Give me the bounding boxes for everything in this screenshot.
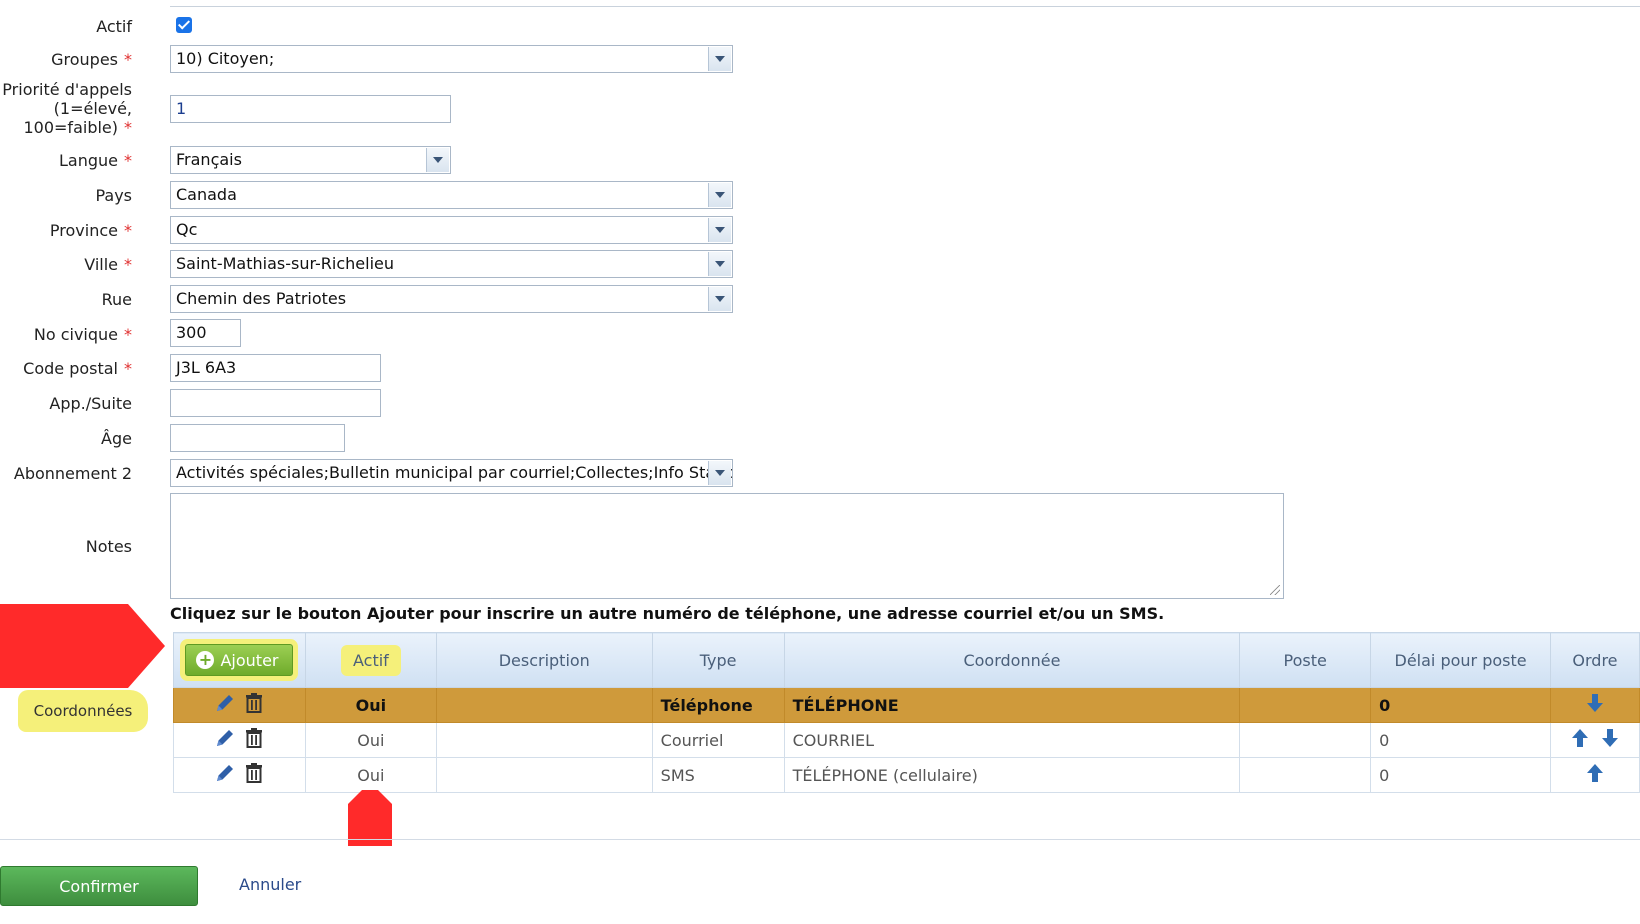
- col-type[interactable]: Type: [651, 632, 785, 688]
- col-actif[interactable]: Actif: [304, 632, 437, 688]
- groupes-label: Groupes *: [51, 50, 132, 69]
- cell-description: [435, 722, 653, 758]
- trash-icon[interactable]: [244, 727, 264, 753]
- rue-label: Rue: [101, 290, 132, 309]
- groupes-select[interactable]: 10) Citoyen;: [170, 45, 733, 73]
- code-postal-input[interactable]: J3L 6A3: [170, 354, 381, 382]
- col-ordre[interactable]: Ordre: [1549, 632, 1640, 688]
- row-actions: [173, 722, 306, 758]
- edit-icon[interactable]: [214, 727, 236, 753]
- table-row[interactable]: Oui Courriel COURRIEL 0: [173, 722, 1640, 758]
- cell-delai: 0: [1370, 722, 1551, 758]
- cell-description: [435, 757, 653, 793]
- table-row[interactable]: Oui SMS TÉLÉPHONE (cellulaire) 0: [173, 757, 1640, 793]
- trash-icon[interactable]: [244, 692, 264, 718]
- confirm-button[interactable]: Confirmer: [0, 866, 198, 906]
- row-actions: [173, 687, 306, 723]
- no-civique-label: No civique *: [33, 325, 132, 344]
- cell-poste: [1239, 687, 1372, 723]
- ville-select[interactable]: Saint-Mathias-sur-Richelieu: [170, 250, 733, 278]
- chevron-down-icon[interactable]: [708, 252, 731, 276]
- priorite-label: Priorité d'appels (1=élevé, 100=faible) *: [2, 80, 132, 137]
- age-input[interactable]: [170, 424, 345, 452]
- table-row[interactable]: Oui Téléphone TÉLÉPHONE 0: [173, 687, 1640, 723]
- cell-actif: Oui: [304, 757, 437, 793]
- cancel-link[interactable]: Annuler: [239, 875, 301, 894]
- add-cell: + Ajouter: [173, 632, 306, 688]
- arrow-up-icon[interactable]: [1570, 727, 1590, 753]
- cell-type: Courriel: [651, 722, 785, 758]
- chevron-down-icon[interactable]: [708, 218, 731, 242]
- col-description[interactable]: Description: [435, 632, 653, 688]
- trash-icon[interactable]: [244, 762, 264, 788]
- cell-delai: 0: [1370, 757, 1551, 793]
- form-top-border: [170, 0, 1640, 7]
- add-button[interactable]: + Ajouter: [185, 644, 294, 676]
- cell-type: Téléphone: [651, 687, 785, 723]
- abonnement-label: Abonnement 2: [13, 464, 132, 483]
- rue-select[interactable]: Chemin des Patriotes: [170, 285, 733, 313]
- ville-label: Ville *: [84, 255, 132, 274]
- add-button-label: Ajouter: [220, 650, 279, 670]
- cell-actif: Oui: [304, 687, 437, 723]
- cell-coordonnee: TÉLÉPHONE (cellulaire): [783, 757, 1241, 793]
- coordonnees-instruction: Cliquez sur le bouton Ajouter pour inscr…: [170, 604, 1165, 623]
- chevron-down-icon[interactable]: [708, 287, 731, 311]
- arrow-down-icon[interactable]: [1585, 692, 1605, 718]
- cell-description: [435, 687, 653, 723]
- abonnement-select[interactable]: Activités spéciales;Bulletin municipal p…: [170, 459, 733, 487]
- chevron-down-icon[interactable]: [708, 183, 731, 207]
- col-actif-label: Actif: [340, 644, 401, 676]
- cell-poste: [1239, 757, 1372, 793]
- pays-label: Pays: [95, 186, 132, 205]
- plus-icon: +: [196, 651, 215, 669]
- chevron-down-icon[interactable]: [708, 47, 731, 71]
- chevron-down-icon[interactable]: [426, 148, 449, 172]
- app-suite-input[interactable]: [170, 389, 381, 417]
- actif-label: Actif: [96, 17, 132, 36]
- chevron-down-icon[interactable]: [708, 461, 731, 485]
- edit-icon[interactable]: [214, 692, 236, 718]
- priorite-input[interactable]: 1: [170, 95, 451, 123]
- cell-coordonnee: TÉLÉPHONE: [783, 687, 1241, 723]
- col-delai[interactable]: Délai pour poste: [1370, 632, 1551, 688]
- langue-select[interactable]: Français: [170, 146, 451, 174]
- annotation-arrow-up-icon: [348, 790, 392, 846]
- cell-actif: Oui: [304, 722, 437, 758]
- row-actions: [173, 757, 306, 793]
- cell-coordonnee: COURRIEL: [783, 722, 1241, 758]
- pays-select[interactable]: Canada: [170, 181, 733, 209]
- arrow-up-icon[interactable]: [1585, 762, 1605, 788]
- coordonnees-table: + Ajouter Actif Description Type Coordon…: [173, 632, 1640, 793]
- age-label: Âge: [101, 429, 132, 448]
- cell-poste: [1239, 722, 1372, 758]
- cell-ordre: [1549, 687, 1640, 723]
- table-header-row: + Ajouter Actif Description Type Coordon…: [173, 632, 1640, 688]
- edit-icon[interactable]: [214, 762, 236, 788]
- cell-type: SMS: [651, 757, 785, 793]
- no-civique-input[interactable]: 300: [170, 319, 241, 347]
- app-suite-label: App./Suite: [49, 394, 132, 413]
- langue-label: Langue *: [59, 151, 132, 170]
- coordonnees-annotation: Coordonnées: [18, 690, 148, 732]
- province-select[interactable]: Qc: [170, 216, 733, 244]
- code-postal-label: Code postal *: [23, 359, 132, 378]
- notes-textarea[interactable]: [170, 493, 1284, 599]
- annotation-arrow-right-icon: [0, 604, 165, 688]
- cell-ordre: [1549, 722, 1640, 758]
- arrow-down-icon[interactable]: [1600, 727, 1620, 753]
- footer-separator: [0, 839, 1640, 840]
- province-label: Province *: [49, 221, 132, 240]
- actif-checkbox[interactable]: [176, 17, 192, 33]
- col-coordonnee[interactable]: Coordonnée: [783, 632, 1241, 688]
- notes-label: Notes: [85, 537, 132, 556]
- col-poste[interactable]: Poste: [1239, 632, 1372, 688]
- cell-delai: 0: [1370, 687, 1551, 723]
- cell-ordre: [1549, 757, 1640, 793]
- resize-handle-icon[interactable]: [1270, 585, 1280, 595]
